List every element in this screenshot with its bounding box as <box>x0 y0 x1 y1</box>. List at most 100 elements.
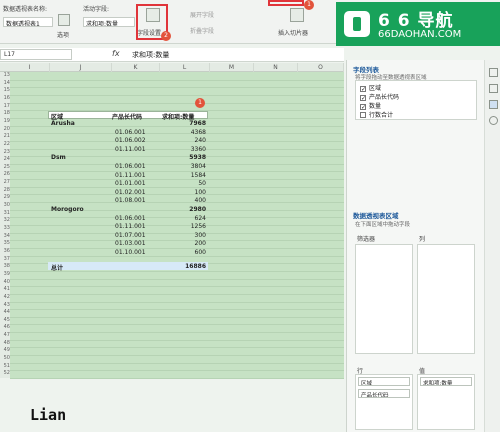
pivot-cell-product[interactable]: 01.02.001 <box>115 189 146 196</box>
values-zone[interactable]: 求和项:数量 <box>417 374 475 430</box>
row-number[interactable]: 15 <box>0 87 10 93</box>
pivot-cell-value[interactable]: 3360 <box>160 146 206 153</box>
field-item-row-total[interactable]: 行数合计 <box>360 110 393 119</box>
pivot-name-field[interactable]: 数据透视表1 <box>3 17 53 27</box>
column-header[interactable]: I <box>10 63 50 72</box>
pivot-cell-value[interactable]: 5938 <box>160 154 206 161</box>
pivot-cell-product[interactable]: 01.11.001 <box>115 146 146 153</box>
areas-title[interactable]: 数据透视表区域 <box>353 210 399 220</box>
row-number[interactable]: 39 <box>0 271 10 277</box>
row-number[interactable]: 47 <box>0 332 10 338</box>
pivot-cell-product[interactable]: 01.06.001 <box>115 163 146 170</box>
pivot-cell-product[interactable]: 01.11.001 <box>115 223 146 230</box>
checkbox[interactable] <box>360 112 366 118</box>
row-number[interactable]: 32 <box>0 217 10 223</box>
name-box[interactable]: L17 <box>0 49 72 60</box>
row-number[interactable]: 25 <box>0 164 10 170</box>
row-number[interactable]: 21 <box>0 133 10 139</box>
pivot-cell-value[interactable]: 600 <box>160 249 206 256</box>
row-number[interactable]: 41 <box>0 286 10 292</box>
pivot-cell-value[interactable]: 3804 <box>160 163 206 170</box>
row-number[interactable]: 49 <box>0 347 10 353</box>
row-number[interactable]: 44 <box>0 309 10 315</box>
pivot-group-region[interactable]: Dsm <box>51 154 66 161</box>
pivot-cell-value[interactable]: 240 <box>160 137 206 144</box>
row-number[interactable]: 34 <box>0 233 10 239</box>
value-field-sum[interactable]: 求和项:数量 <box>420 377 472 386</box>
row-number[interactable]: 13 <box>0 72 10 78</box>
pivot-cell-product[interactable]: 01.10.001 <box>115 249 146 256</box>
column-header[interactable]: K <box>112 63 160 72</box>
field-item-region[interactable]: ✓ 区域 <box>360 83 381 93</box>
row-number[interactable]: 45 <box>0 317 10 323</box>
options-button[interactable]: 选项 <box>57 30 69 39</box>
pivot-cell-value[interactable]: 200 <box>160 240 206 247</box>
row-number[interactable]: 52 <box>0 370 10 376</box>
rows-zone[interactable]: 区域 产品长代码 <box>355 374 413 430</box>
row-number[interactable]: 26 <box>0 171 10 177</box>
select-icon[interactable] <box>489 84 498 93</box>
row-number[interactable]: 42 <box>0 294 10 300</box>
row-number[interactable]: 33 <box>0 225 10 231</box>
pivot-group-region[interactable]: Morogoro <box>51 206 84 213</box>
row-number[interactable]: 28 <box>0 187 10 193</box>
collapse-field-button[interactable]: 折叠字段 <box>190 26 214 35</box>
row-number[interactable]: 23 <box>0 149 10 155</box>
active-field-input[interactable]: 求和项:数量 <box>83 17 135 27</box>
row-number[interactable]: 22 <box>0 141 10 147</box>
insert-slicer-icon[interactable] <box>290 8 304 22</box>
expand-field-button[interactable]: 展开字段 <box>190 10 214 19</box>
row-number[interactable]: 20 <box>0 126 10 132</box>
columns-zone[interactable] <box>417 244 475 354</box>
column-header[interactable]: N <box>254 63 298 72</box>
pivot-header-product[interactable]: 产品长代码 <box>112 112 142 121</box>
row-number[interactable]: 35 <box>0 240 10 246</box>
insert-slicer-button[interactable]: 插入切片器 <box>278 28 308 37</box>
row-number[interactable]: 24 <box>0 156 10 162</box>
pivot-cell-value[interactable]: 300 <box>160 232 206 239</box>
row-number[interactable]: 46 <box>0 324 10 330</box>
row-number[interactable]: 48 <box>0 340 10 346</box>
row-number[interactable]: 27 <box>0 179 10 185</box>
row-field-region[interactable]: 区域 <box>358 377 410 386</box>
pivot-cell-product[interactable]: 01.11.001 <box>115 172 146 179</box>
pivot-cell-value[interactable]: 1256 <box>160 223 206 230</box>
pivot-cell-value[interactable]: 1584 <box>160 172 206 179</box>
pivot-cell-value[interactable]: 50 <box>160 180 206 187</box>
pivot-cell-value[interactable]: 2980 <box>160 206 206 213</box>
column-header[interactable]: M <box>210 63 254 72</box>
column-header[interactable]: L <box>160 63 210 72</box>
pivot-cell-value[interactable]: 624 <box>160 215 206 222</box>
row-number[interactable]: 30 <box>0 202 10 208</box>
row-number[interactable]: 14 <box>0 80 10 86</box>
options-icon[interactable] <box>58 14 70 26</box>
pivot-cell-product[interactable]: 01.08.001 <box>115 197 146 204</box>
column-header[interactable]: O <box>298 63 344 72</box>
filters-zone[interactable] <box>355 244 413 354</box>
row-number[interactable]: 36 <box>0 248 10 254</box>
pivot-cell-value[interactable]: 400 <box>160 197 206 204</box>
row-number[interactable]: 31 <box>0 210 10 216</box>
pivot-cell-product[interactable]: 01.06.001 <box>115 129 146 136</box>
row-number[interactable]: 17 <box>0 103 10 109</box>
pivot-cell-value[interactable]: 4368 <box>160 129 206 136</box>
field-item-product[interactable]: ✓ 产品长代码 <box>360 92 399 102</box>
row-number[interactable]: 50 <box>0 355 10 361</box>
properties-icon[interactable] <box>489 68 498 77</box>
row-number[interactable]: 51 <box>0 363 10 369</box>
pivot-cell-product[interactable]: 01.03.001 <box>115 240 146 247</box>
pivot-cell-product[interactable]: 01.01.001 <box>115 180 146 187</box>
row-number[interactable]: 37 <box>0 256 10 262</box>
row-number[interactable]: 38 <box>0 263 10 269</box>
column-header[interactable]: J <box>50 63 112 72</box>
fx-icon[interactable]: fx <box>112 49 120 58</box>
row-number[interactable]: 40 <box>0 279 10 285</box>
help-icon[interactable] <box>489 116 498 125</box>
row-number[interactable]: 16 <box>0 95 10 101</box>
formula-input[interactable]: 求和项:数量 <box>132 50 169 60</box>
pivot-cell-product[interactable]: 01.06.002 <box>115 137 146 144</box>
pivot-pane-icon[interactable] <box>489 100 498 109</box>
pivot-cell-value[interactable]: 100 <box>160 189 206 196</box>
pivot-cell-product[interactable]: 01.06.001 <box>115 215 146 222</box>
row-number[interactable]: 29 <box>0 194 10 200</box>
